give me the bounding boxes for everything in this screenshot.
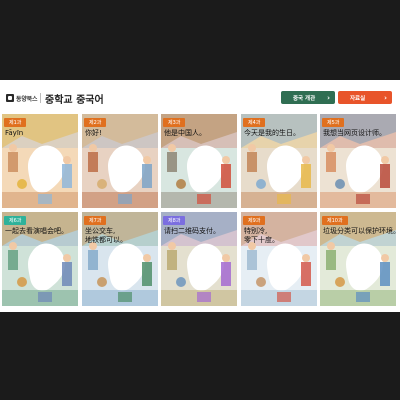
publisher-logo[interactable]: 동양북스 [6, 92, 37, 104]
book-icon [6, 94, 14, 102]
lesson-card[interactable]: 제7과 坐公交车, 地铁都可以。 [82, 212, 158, 306]
lesson-title: 垃圾分类可以保护环境。 [323, 227, 396, 235]
resources-button[interactable]: 자료실 › [338, 91, 392, 104]
lesson-title: 今天是我的生日。 [244, 129, 300, 137]
lesson-number-badge: 제8과 [163, 216, 186, 225]
lesson-number-badge: 제9과 [243, 216, 266, 225]
lesson-title: 坐公交车, 地铁都可以。 [85, 227, 127, 244]
china-overview-label: 중국 개관 [293, 95, 316, 102]
lesson-title: 特别冷, 零下十度。 [244, 227, 279, 244]
lesson-title: 你好! [85, 129, 102, 137]
lesson-number-badge: 제6과 [4, 216, 27, 225]
lesson-number-badge: 제4과 [243, 118, 266, 127]
lesson-card[interactable]: 제4과 今天是我的生日。 [241, 114, 317, 208]
lesson-title: 一起去看演唱会吧。 [5, 227, 68, 235]
lesson-number-badge: 제10과 [322, 216, 348, 225]
china-overview-button[interactable]: 중국 개관 › [281, 91, 335, 104]
lesson-number-badge: 제1과 [4, 118, 27, 127]
lesson-number-badge: 제5과 [322, 118, 345, 127]
lesson-number-badge: 제3과 [163, 118, 186, 127]
lesson-card[interactable]: 제2과 你好! [82, 114, 158, 208]
lesson-title: Fāyīn [5, 129, 24, 137]
app-frame: 동양북스 중학교 중국어 중국 개관 › 자료실 › 제1과 Fāyīn 제2과 你好… [0, 80, 400, 312]
lesson-card[interactable]: 제5과 我想当网页设计师。 [320, 114, 396, 208]
lesson-card[interactable]: 제6과 一起去看演唱会吧。 [2, 212, 78, 306]
header-divider [40, 93, 41, 103]
page-title: 중학교 중국어 [45, 95, 104, 106]
lesson-title: 他是中国人。 [164, 129, 206, 137]
lesson-card[interactable]: 제10과 垃圾分类可以保护环境。 [320, 212, 396, 306]
lesson-number-badge: 제2과 [84, 118, 107, 127]
lesson-title: 我想当网页设计师。 [323, 129, 386, 137]
lesson-card[interactable]: 제8과 请扫二维码支付。 [161, 212, 237, 306]
publisher-name: 동양북스 [16, 95, 38, 103]
lesson-card[interactable]: 제3과 他是中国人。 [161, 114, 237, 208]
lesson-card[interactable]: 제9과 特别冷, 零下十度。 [241, 212, 317, 306]
lesson-number-badge: 제7과 [84, 216, 107, 225]
header: 동양북스 중학교 중국어 중국 개관 › 자료실 › [0, 80, 400, 112]
chevron-right-icon: › [384, 93, 387, 102]
lesson-card[interactable]: 제1과 Fāyīn [2, 114, 78, 208]
resources-label: 자료실 [350, 95, 366, 102]
chevron-right-icon: › [327, 93, 330, 102]
lesson-title: 请扫二维码支付。 [164, 227, 220, 235]
